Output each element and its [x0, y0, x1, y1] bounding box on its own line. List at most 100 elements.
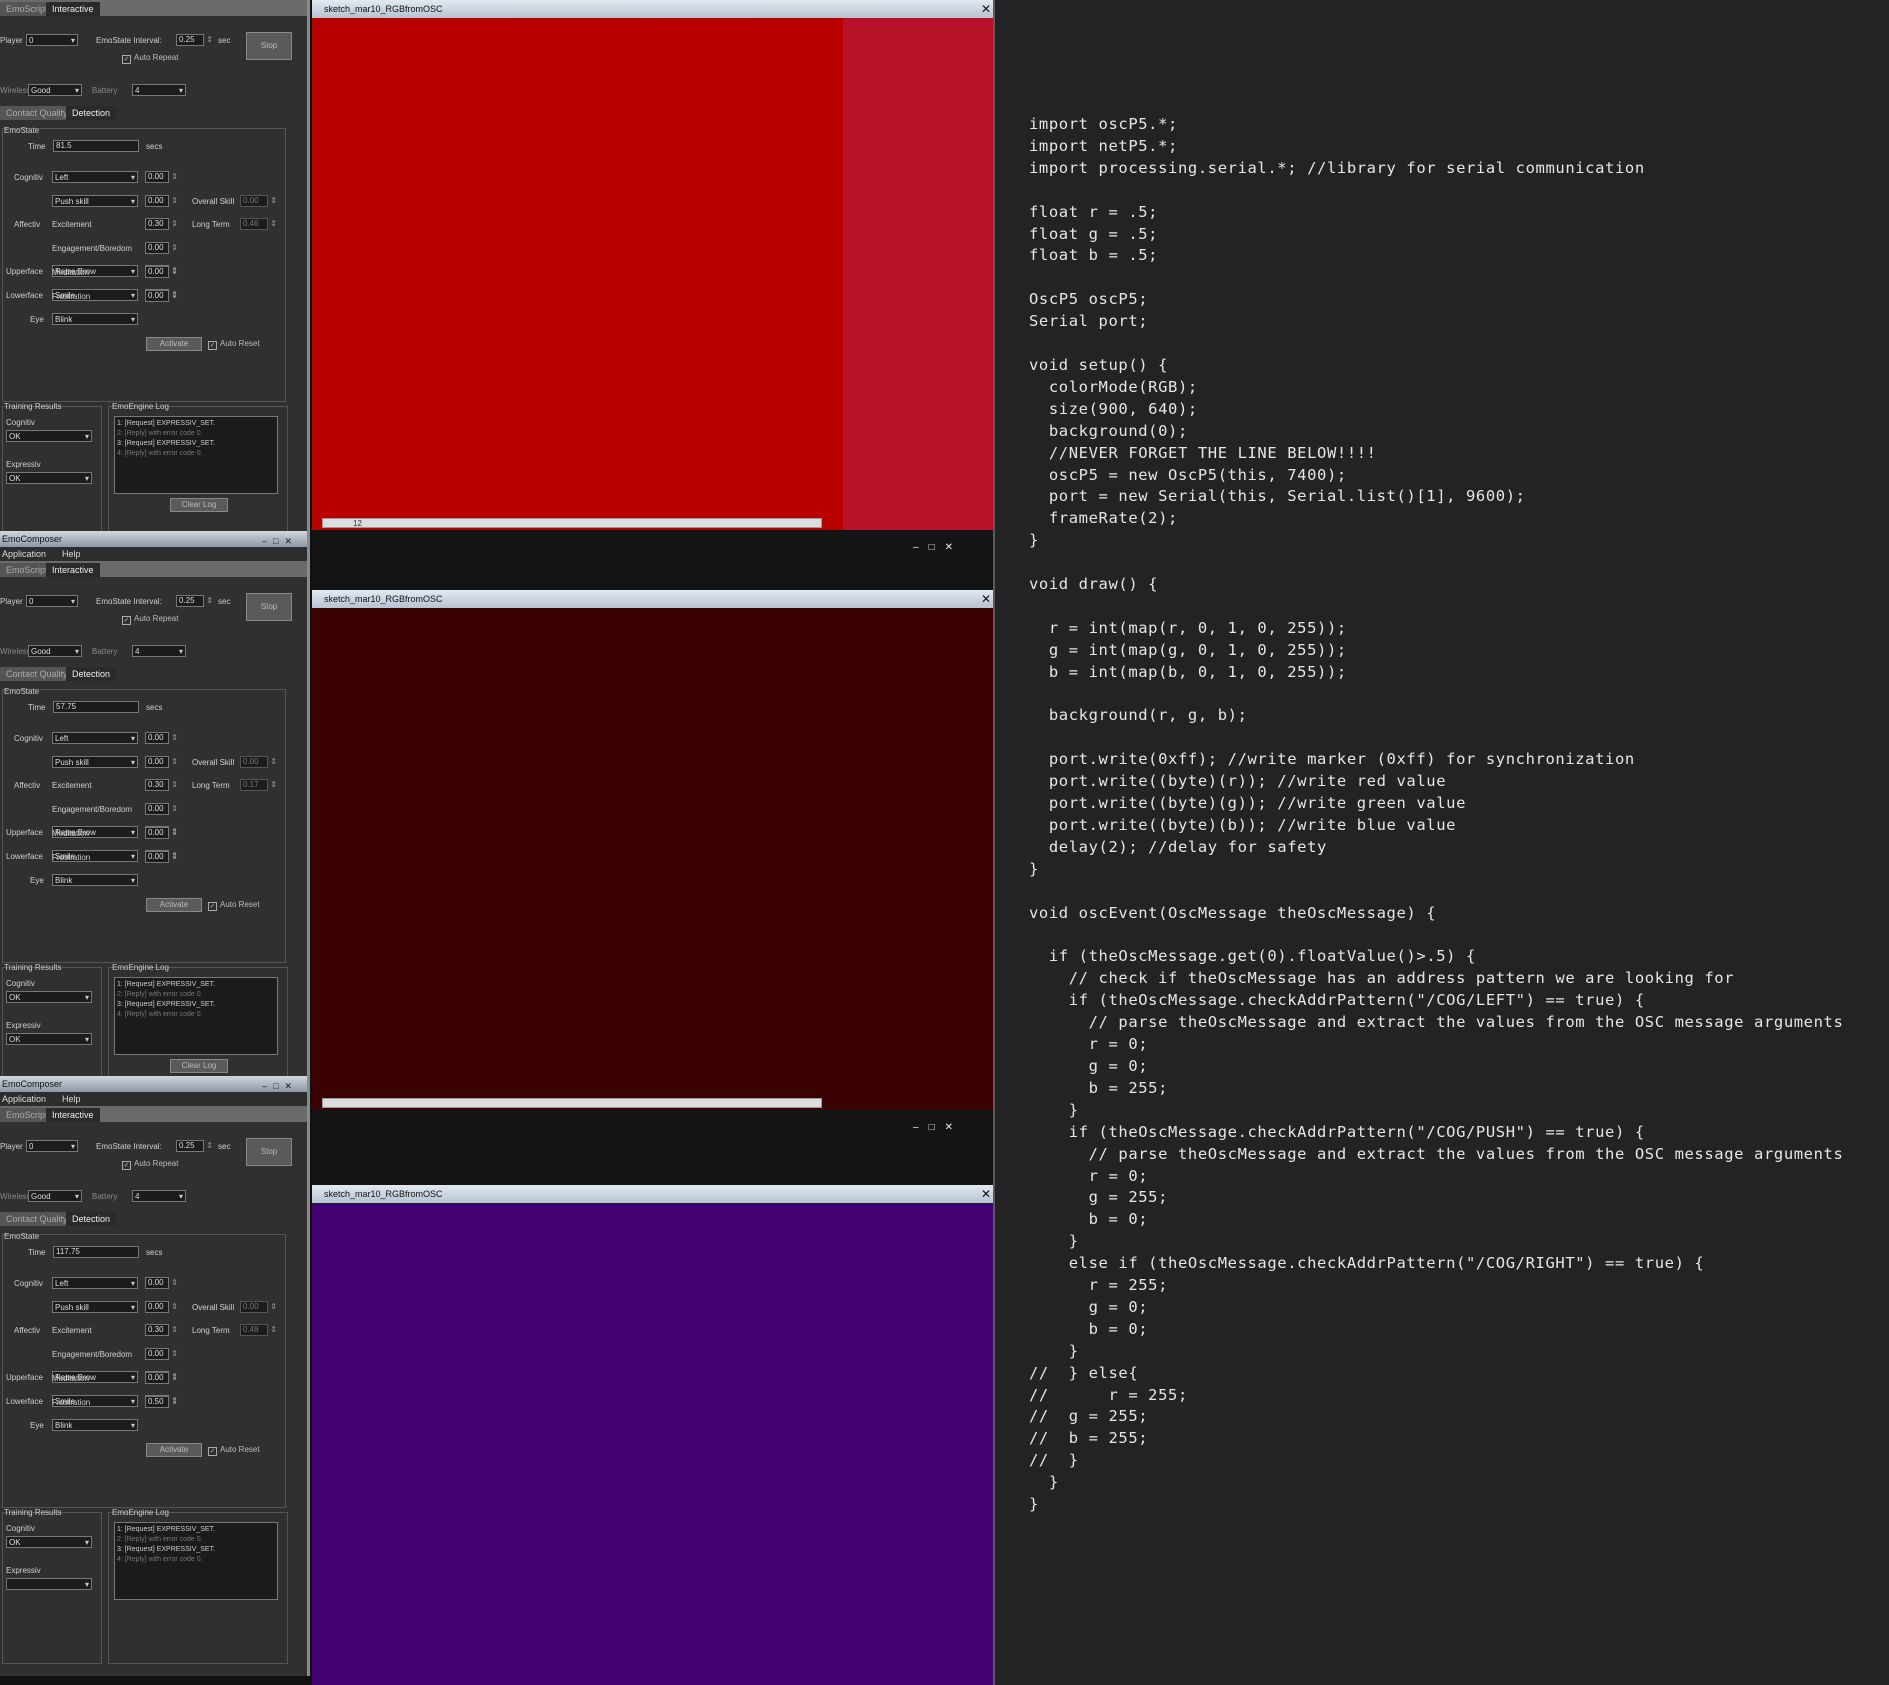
checkbox[interactable]: ✓ — [208, 341, 217, 350]
tab-detection[interactable]: Detection — [66, 1212, 117, 1226]
frustration-value[interactable]: 0.00 — [145, 851, 178, 863]
cognitiv-value[interactable]: 0.00 — [145, 732, 178, 744]
sketch-titlebar[interactable]: sketch_mar10_RGBfromOSC ✕ — [312, 1185, 993, 1203]
close-icon[interactable]: ✕ — [981, 0, 991, 18]
meditation-value[interactable]: 0.00 — [145, 827, 178, 839]
tab-contact-quality[interactable]: Contact Quality — [0, 1212, 74, 1226]
eye-select[interactable]: Blink — [52, 874, 138, 887]
wireless-select[interactable]: Good — [28, 645, 82, 658]
close-icon[interactable]: ✕ — [981, 1185, 991, 1203]
clear-log-button[interactable]: Clear Log — [170, 1059, 228, 1073]
activate-button[interactable]: Activate — [146, 337, 202, 351]
stop-button[interactable]: Stop — [246, 32, 292, 60]
checkbox[interactable]: ✓ — [208, 902, 217, 911]
time-field[interactable]: 117.75 — [53, 1246, 139, 1258]
excitement-value[interactable]: 0.30 — [145, 1324, 178, 1336]
clear-log-button[interactable]: Clear Log — [170, 498, 228, 512]
code-text[interactable]: import oscP5.*; import netP5.*; import pro… — [1029, 114, 1843, 1516]
time-field[interactable]: 57.75 — [53, 701, 139, 713]
skill-select[interactable]: Push skill — [52, 195, 138, 208]
cognitiv-select[interactable]: Left — [52, 732, 138, 745]
interval-spinner[interactable]: 0.25 — [176, 34, 213, 46]
tab-contact-quality[interactable]: Contact Quality — [0, 106, 74, 120]
skill-select[interactable]: Push skill — [52, 1301, 138, 1314]
checkbox[interactable]: ✓ — [122, 55, 131, 64]
engagement-value[interactable]: 0.00 — [145, 1348, 178, 1360]
skill-value[interactable]: 0.00 — [145, 1301, 178, 1313]
sketch-titlebar[interactable]: sketch_mar10_RGBfromOSC ✕ — [312, 590, 993, 608]
emoengine-log[interactable]: 1: [Request] EXPRESSIV_SET. 2: [Reply] wi… — [114, 416, 278, 494]
battery-select[interactable]: 4 — [132, 84, 186, 97]
eye-select[interactable]: Blink — [52, 1419, 138, 1432]
stop-button[interactable]: Stop — [246, 593, 292, 621]
close-icon[interactable]: ✕ — [981, 590, 991, 608]
battery-select[interactable]: 4 — [132, 645, 186, 658]
skill-value[interactable]: 0.00 — [145, 195, 178, 207]
frustration-value[interactable]: 0.50 — [145, 1396, 178, 1408]
cognitiv-value[interactable]: 0.00 — [145, 1277, 178, 1289]
window-controls[interactable]: –□✕ — [913, 1122, 963, 1133]
wireless-select[interactable]: Good — [28, 84, 82, 97]
tab-interactive[interactable]: Interactive — [46, 2, 100, 16]
checkbox[interactable]: ✓ — [208, 1447, 217, 1456]
tab-interactive[interactable]: Interactive — [46, 1108, 100, 1122]
activate-button[interactable]: Activate — [146, 1443, 202, 1457]
window-controls[interactable]: –□✕ — [913, 542, 963, 553]
emoengine-log[interactable]: 1: [Request] EXPRESSIV_SET. 2: [Reply] wi… — [114, 1522, 278, 1600]
menu-help[interactable]: Help — [62, 549, 81, 559]
menu-application[interactable]: Application — [2, 1094, 46, 1104]
stop-button[interactable]: Stop — [246, 1138, 292, 1166]
training-cognitiv-select[interactable]: OK — [6, 1536, 92, 1549]
menu-application[interactable]: Application — [2, 549, 46, 559]
window-titlebar[interactable]: EmoComposer –□✕ — [0, 531, 307, 547]
training-expressiv-select[interactable] — [6, 1578, 92, 1591]
eye-select[interactable]: Blink — [52, 313, 138, 326]
interval-spinner[interactable]: 0.25 — [176, 1140, 213, 1152]
menu-help[interactable]: Help — [62, 1094, 81, 1104]
tab-contact-quality[interactable]: Contact Quality — [0, 667, 74, 681]
checkbox[interactable]: ✓ — [122, 1161, 131, 1170]
skill-value[interactable]: 0.00 — [145, 756, 178, 768]
code-editor[interactable]: import oscP5.*; import netP5.*; import pro… — [993, 0, 1889, 1685]
auto-repeat-checkbox[interactable]: ✓ Auto Repeat — [122, 614, 178, 625]
cognitiv-value[interactable]: 0.00 — [145, 171, 178, 183]
battery-select[interactable]: 4 — [132, 1190, 186, 1203]
wireless-select[interactable]: Good — [28, 1190, 82, 1203]
time-field[interactable]: 81.5 — [53, 140, 139, 152]
scrollbar[interactable]: 12 — [322, 518, 822, 528]
tab-interactive[interactable]: Interactive — [46, 563, 100, 577]
player-select[interactable]: 0 — [26, 595, 78, 608]
tab-detection[interactable]: Detection — [66, 106, 117, 120]
training-cognitiv-select[interactable]: OK — [6, 991, 92, 1004]
window-titlebar[interactable]: EmoComposer –□✕ — [0, 1076, 307, 1092]
checkbox[interactable]: ✓ — [122, 616, 131, 625]
auto-repeat-checkbox[interactable]: ✓ Auto Repeat — [122, 1159, 178, 1170]
scrollbar[interactable] — [322, 1098, 822, 1108]
auto-reset-checkbox[interactable]: ✓ Auto Reset — [208, 900, 260, 911]
excitement-value[interactable]: 0.30 — [145, 779, 178, 791]
interval-spinner[interactable]: 0.25 — [176, 595, 213, 607]
auto-reset-checkbox[interactable]: ✓ Auto Reset — [208, 1445, 260, 1456]
activate-button[interactable]: Activate — [146, 898, 202, 912]
auto-repeat-checkbox[interactable]: ✓ Auto Repeat — [122, 53, 178, 64]
frustration-value[interactable]: 0.00 — [145, 290, 178, 302]
engagement-value[interactable]: 0.00 — [145, 242, 178, 254]
meditation-value[interactable]: 0.00 — [145, 1372, 178, 1384]
meditation-label: Meditation — [52, 1374, 89, 1383]
cognitiv-select[interactable]: Left — [52, 171, 138, 184]
training-cognitiv-select[interactable]: OK — [6, 430, 92, 443]
auto-reset-checkbox[interactable]: ✓ Auto Reset — [208, 339, 260, 350]
player-select[interactable]: 0 — [26, 34, 78, 47]
training-expressiv-select[interactable]: OK — [6, 472, 92, 485]
emoengine-log[interactable]: 1: [Request] EXPRESSIV_SET. 2: [Reply] wi… — [114, 977, 278, 1055]
engagement-value[interactable]: 0.00 — [145, 803, 178, 815]
excitement-value[interactable]: 0.30 — [145, 218, 178, 230]
tab-detection[interactable]: Detection — [66, 667, 117, 681]
skill-select[interactable]: Push skill — [52, 756, 138, 769]
sketch-titlebar[interactable]: sketch_mar10_RGBfromOSC ✕ — [312, 0, 993, 18]
player-select[interactable]: 0 — [26, 1140, 78, 1153]
cognitiv-select[interactable]: Left — [52, 1277, 138, 1290]
training-expressiv-select[interactable]: OK — [6, 1033, 92, 1046]
meditation-value[interactable]: 0.00 — [145, 266, 178, 278]
taskbar-strip: –□✕ — [312, 530, 993, 590]
